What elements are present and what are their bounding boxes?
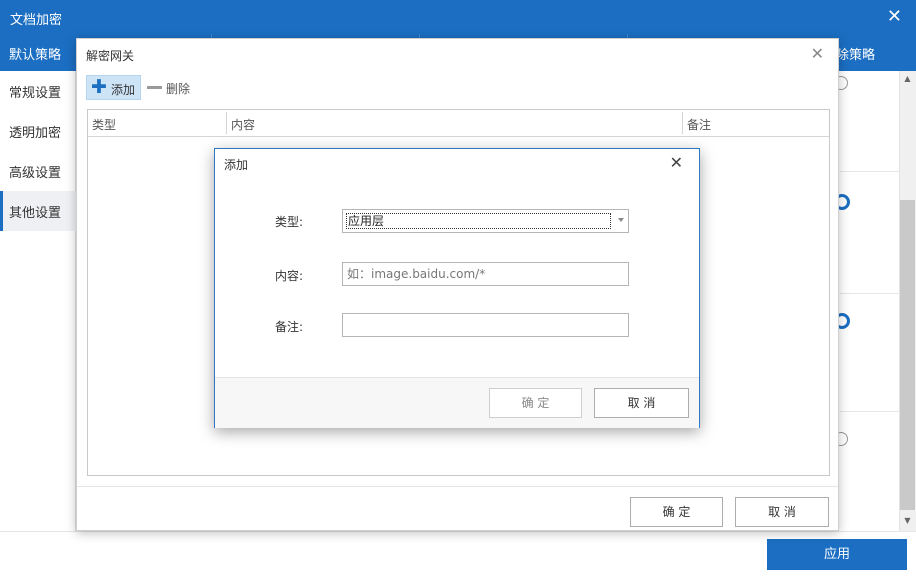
add-dialog: 添加 ✕ 类型: 应用层 内容: 备注: 确 定 取 消	[214, 148, 700, 428]
tab-partial-label[interactable]: 除策略	[836, 34, 916, 71]
column-divider[interactable]	[226, 112, 227, 134]
column-header-note[interactable]: 备注	[687, 116, 711, 133]
plus-icon: ✚	[91, 76, 107, 98]
scroll-down-icon[interactable]: ▼	[899, 513, 916, 529]
delete-button[interactable]: 删除	[145, 75, 195, 100]
sidebar-item-other[interactable]: 其他设置	[0, 191, 76, 231]
sidebar-item-advanced[interactable]: 高级设置	[0, 151, 76, 191]
close-icon[interactable]: ✕	[670, 153, 683, 172]
divider	[840, 411, 900, 412]
title-bar: 文档加密 ✕	[0, 0, 916, 34]
column-header-type[interactable]: 类型	[92, 116, 116, 133]
tab-default-policy[interactable]: 默认策略	[0, 34, 76, 71]
divider	[840, 293, 900, 294]
add-button[interactable]: ✚ 添加	[86, 75, 141, 100]
add-label: 添加	[111, 83, 136, 97]
sidebar: 常规设置 透明加密 高级设置 其他设置	[0, 71, 76, 531]
divider	[840, 171, 900, 172]
scroll-thumb[interactable]	[900, 200, 915, 510]
delete-label: 删除	[166, 82, 191, 96]
type-select[interactable]: 应用层	[342, 209, 629, 233]
column-header-content[interactable]: 内容	[231, 116, 255, 133]
note-label: 备注:	[275, 320, 304, 334]
column-divider[interactable]	[682, 112, 683, 134]
table-header: 类型 内容 备注	[88, 110, 829, 137]
dialog-title: 添加	[224, 158, 249, 172]
content-input[interactable]	[342, 262, 629, 286]
close-icon[interactable]: ✕	[887, 6, 902, 27]
close-icon[interactable]: ✕	[811, 44, 824, 63]
sidebar-item-transparent-encryption[interactable]: 透明加密	[0, 111, 76, 151]
divider	[77, 486, 838, 487]
type-select-value: 应用层	[346, 213, 611, 229]
content-label: 内容:	[275, 269, 304, 283]
minus-icon	[147, 86, 162, 89]
chevron-down-icon	[618, 218, 624, 222]
dialog-title: 解密网关	[86, 49, 135, 63]
ok-button[interactable]: 确 定	[489, 388, 582, 418]
dialog-footer: 确 定 取 消	[215, 377, 699, 428]
sidebar-item-general[interactable]: 常规设置	[0, 71, 76, 111]
scroll-up-icon[interactable]: ▲	[899, 71, 916, 87]
note-input[interactable]	[342, 313, 629, 337]
cancel-button[interactable]: 取 消	[735, 497, 829, 527]
apply-button[interactable]: 应用	[767, 539, 907, 570]
window-title: 文档加密	[10, 13, 63, 28]
type-label: 类型:	[275, 215, 304, 229]
cancel-button[interactable]: 取 消	[594, 388, 689, 418]
ok-button[interactable]: 确 定	[630, 497, 723, 527]
